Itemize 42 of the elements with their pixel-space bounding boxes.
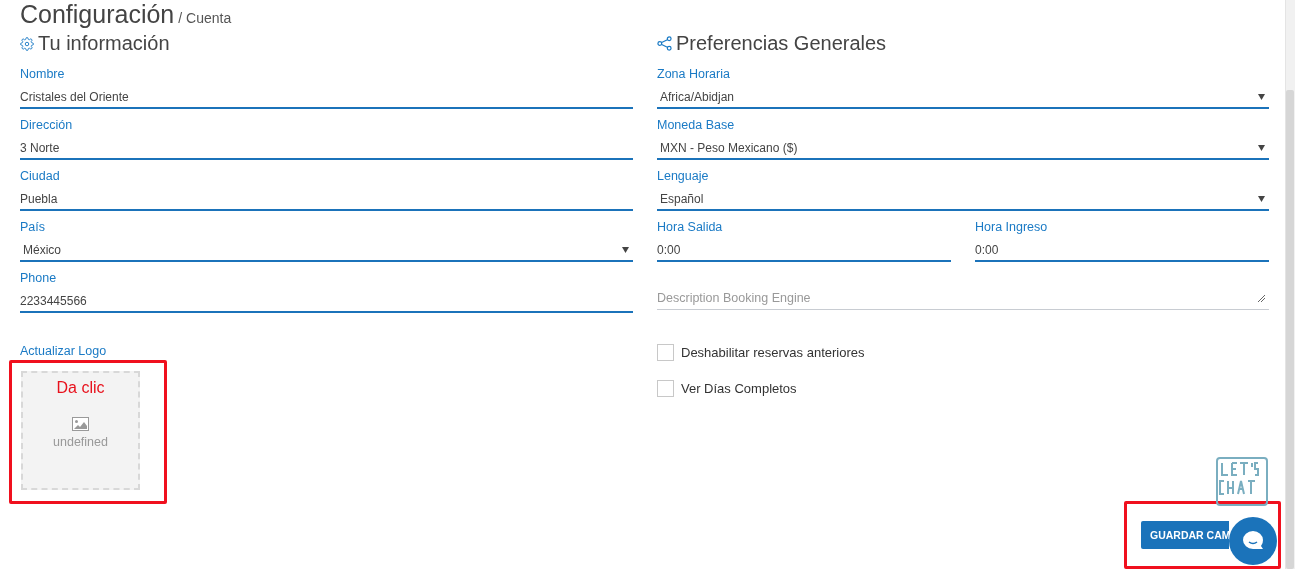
field-label: Lenguaje <box>657 169 710 184</box>
settings-icon <box>20 36 34 51</box>
input-field[interactable]: 0:00 <box>975 239 1269 262</box>
field-label: Hora Salida <box>657 220 724 235</box>
input-field[interactable]: Cristales del Oriente <box>20 86 633 109</box>
select-field[interactable]: México <box>20 239 633 262</box>
input-field[interactable]: Puebla <box>20 188 633 211</box>
field-label: Zona Horaria <box>657 67 731 82</box>
page-title: Configuración <box>20 0 175 29</box>
checkbox[interactable] <box>657 343 674 361</box>
select-field[interactable]: MXN - Peso Mexicano ($) <box>657 137 1269 160</box>
input-field[interactable]: 3 Norte <box>20 137 633 160</box>
input-field[interactable]: 2233445566 <box>20 290 633 313</box>
section-heading: Tu información <box>38 32 170 55</box>
logo-upload-area[interactable]: Da clic undefined <box>21 371 140 490</box>
field-label: Phone <box>20 271 58 286</box>
caret-icon <box>1258 93 1265 100</box>
input-field[interactable]: 0:00 <box>657 239 951 262</box>
checkbox-label: Deshabilitar reservas anteriores <box>681 344 865 360</box>
select-field[interactable]: Español <box>657 188 1269 211</box>
field-label: Moneda Base <box>657 118 736 133</box>
select-field[interactable]: Africa/Abidjan <box>657 86 1269 109</box>
logo-caption: undefined <box>53 435 108 449</box>
resize-handle-icon <box>1258 294 1265 302</box>
field-label: Nombre <box>20 67 66 82</box>
checkbox[interactable] <box>657 379 674 397</box>
share-icon <box>657 36 672 51</box>
chat-icon <box>1241 530 1265 552</box>
caret-icon <box>1258 144 1265 151</box>
field-label: País <box>20 220 46 235</box>
annotation-text: Da clic <box>56 379 105 397</box>
caret-icon <box>622 246 629 253</box>
image-icon <box>72 417 89 431</box>
checkbox-label: Ver Días Completos <box>681 380 797 396</box>
field-label: Actualizar Logo <box>20 344 108 359</box>
section-heading: Preferencias Generales <box>676 32 887 55</box>
field-label: Dirección <box>20 118 74 133</box>
caret-icon <box>1258 195 1265 202</box>
breadcrumb: / Cuenta <box>178 10 232 26</box>
field-label: Hora Ingreso <box>975 220 1049 235</box>
field-label: Ciudad <box>20 169 61 184</box>
chat-button[interactable] <box>1229 517 1277 565</box>
